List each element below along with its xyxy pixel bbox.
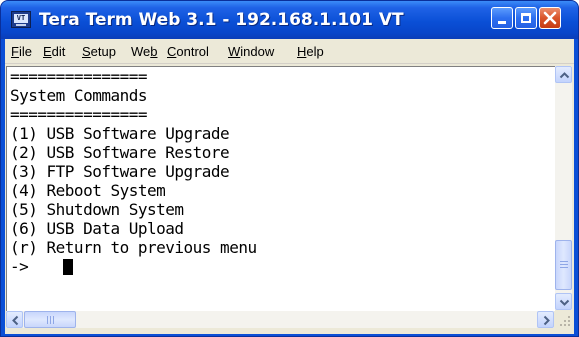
window-frame: File Edit Setup Web Control Window Help … [5, 39, 574, 334]
menu-help[interactable]: Help [297, 44, 324, 60]
terminal-line: =============== [10, 67, 148, 86]
minimize-icon [498, 21, 506, 24]
scroll-up-button[interactable] [555, 66, 572, 83]
vertical-scroll-thumb[interactable] [555, 240, 572, 290]
arrow-left-icon [12, 315, 19, 326]
terminal-screen[interactable]: =============== System Commands ========… [6, 66, 555, 311]
terminal-line: System Commands [10, 86, 148, 105]
app-icon[interactable]: VT [11, 11, 31, 28]
text-cursor [63, 259, 73, 275]
terminal-line: (1) USB Software Upgrade [10, 124, 230, 143]
terminal-line: (4) Reboot System [10, 181, 166, 200]
menu-window[interactable]: Window [228, 44, 274, 60]
menu-bar: File Edit Setup Web Control Window Help [5, 39, 574, 64]
terminal-line: (5) Shutdown System [10, 200, 184, 219]
terminal-line: (3) FTP Software Upgrade [10, 162, 230, 181]
arrow-down-icon [559, 299, 570, 306]
vertical-scrollbar[interactable] [555, 66, 572, 310]
terminal-line: (6) USB Data Upload [10, 219, 184, 238]
menu-web[interactable]: Web [131, 44, 158, 60]
terminal-line: =============== [10, 105, 148, 124]
menu-edit[interactable]: Edit [43, 44, 65, 60]
terminal-line: (r) Return to previous menu [10, 238, 257, 257]
scroll-down-button[interactable] [555, 293, 572, 310]
app-icon-label: VT [14, 14, 28, 23]
menu-file[interactable]: File [11, 44, 32, 60]
app-window: VT Tera Term Web 3.1 - 192.168.1.101 VT … [0, 0, 579, 337]
scroll-left-button[interactable] [6, 311, 23, 328]
arrow-up-icon [559, 72, 570, 79]
horizontal-scrollbar[interactable] [6, 311, 554, 328]
terminal-line: (2) USB Software Restore [10, 143, 230, 162]
arrow-right-icon [543, 315, 550, 326]
resize-grip-icon[interactable] [556, 312, 572, 328]
menu-setup[interactable]: Setup [82, 44, 116, 60]
horizontal-scroll-thumb[interactable] [24, 311, 76, 328]
terminal-prompt: -> [10, 257, 29, 276]
maximize-icon [521, 13, 531, 23]
menu-control[interactable]: Control [167, 44, 209, 60]
title-bar[interactable]: VT Tera Term Web 3.1 - 192.168.1.101 VT [1, 1, 578, 39]
maximize-button[interactable] [515, 7, 537, 29]
close-icon [543, 11, 557, 25]
minimize-button[interactable] [491, 7, 513, 29]
scroll-right-button[interactable] [537, 311, 554, 328]
close-button[interactable] [539, 7, 561, 29]
window-title: Tera Term Web 3.1 - 192.168.1.101 VT [39, 10, 404, 30]
